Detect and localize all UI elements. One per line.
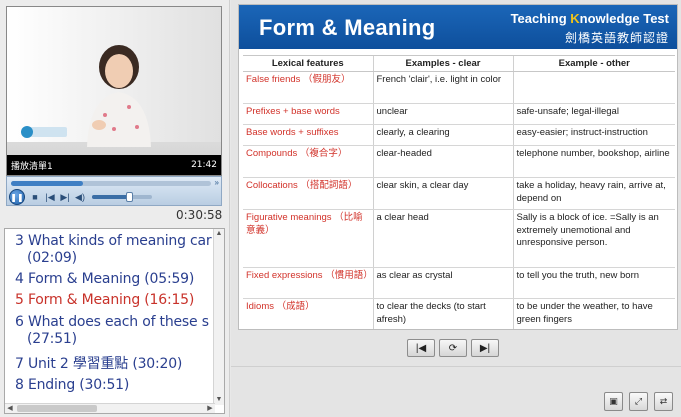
- chapter-item-3[interactable]: 3 What kinds of meaning car: [15, 233, 212, 249]
- table-row: Compounds （複合字） clear-headed telephone n…: [243, 145, 675, 178]
- next-icon[interactable]: ▶|: [60, 192, 70, 202]
- clear-example-cell: unclear: [372, 103, 513, 125]
- other-example-cell: to be under the weather, to have green f…: [512, 298, 675, 329]
- clear-example-cell: clearly, a clearing: [372, 124, 513, 146]
- volume-slider[interactable]: [92, 192, 152, 202]
- chapter-item-3-time[interactable]: (02:09): [27, 250, 77, 266]
- feature-cell: False friends （假朋友）: [243, 71, 373, 104]
- column-header: Example - other: [512, 55, 675, 72]
- chapter-item-6-time[interactable]: (27:51): [27, 331, 77, 347]
- table-row: Idioms （成語） to clear the decks (to start…: [243, 298, 675, 329]
- chapter-item-8[interactable]: 8 Ending (30:51): [15, 377, 129, 393]
- other-example-cell: take a holiday, heavy rain, arrive at, d…: [512, 177, 675, 210]
- feature-cell: Compounds （複合字）: [243, 145, 373, 178]
- table-row: Base words + suffixes clearly, a clearin…: [243, 124, 675, 146]
- chapter-item-4[interactable]: 4 Form & Meaning (05:59): [15, 271, 194, 287]
- layout-icon: ▣: [609, 396, 618, 406]
- fullscreen-slide-button[interactable]: ⤢: [629, 392, 648, 411]
- clear-example-cell: a clear head: [372, 209, 513, 268]
- next-slide-button[interactable]: ▶|: [471, 339, 499, 357]
- table-row: Figurative meanings （比喻意義） a clear head …: [243, 209, 675, 268]
- other-example-cell: to tell you the truth, new born: [512, 267, 675, 299]
- column-header: Lexical features: [243, 55, 373, 72]
- player-window: 播放清單1 21:42 » ❚❚ ■ |◀ ▶| ◀) 0:30:58 3 Wh…: [0, 0, 681, 417]
- scroll-right-icon[interactable]: ▶: [205, 404, 215, 413]
- skip-forward-icon: ▶|: [479, 342, 491, 354]
- sync-button[interactable]: ⟳: [439, 339, 467, 357]
- stop-icon[interactable]: ■: [30, 192, 40, 202]
- channel-logo: [21, 126, 67, 138]
- feature-cell: Figurative meanings （比喻意義）: [243, 209, 373, 268]
- total-duration: 0:30:58: [176, 208, 223, 222]
- tkt-logo-text: Teaching Knowledge Test: [510, 11, 669, 26]
- fullscreen-icon: ⤢: [634, 396, 643, 406]
- chapter-vertical-scrollbar[interactable]: ▲ ▼: [213, 229, 224, 405]
- previous-slide-button[interactable]: |◀: [407, 339, 435, 357]
- presenter-image: [87, 45, 151, 147]
- tkt-chinese-title: 劍橋英語教師認證: [564, 31, 669, 45]
- table-row: False friends （假朋友） French 'clair', i.e.…: [243, 71, 675, 104]
- column-header: Examples - clear: [372, 55, 513, 72]
- speaker-icon[interactable]: ◀): [75, 192, 85, 202]
- scroll-down-icon[interactable]: ▼: [214, 395, 224, 405]
- swap-icon: ⇄: [659, 396, 668, 406]
- clear-example-cell: clear skin, a clear day: [372, 177, 513, 210]
- seek-forward-icon[interactable]: »: [215, 178, 219, 187]
- table-row: Fixed expressions （慣用語） as clear as crys…: [243, 267, 675, 299]
- table-header-row: Lexical features Examples - clear Exampl…: [243, 55, 675, 72]
- bottom-toolbar: ▣ ⤢ ⇄: [604, 392, 673, 411]
- slide-banner: Form & Meaning Teaching Knowledge Test 劍…: [239, 5, 677, 49]
- sync-icon: ⟳: [448, 342, 458, 354]
- feature-cell: Idioms （成語）: [243, 298, 373, 329]
- skip-back-icon: |◀: [415, 342, 427, 354]
- feature-cell: Fixed expressions （慣用語）: [243, 267, 373, 299]
- video-time: 21:42: [191, 160, 217, 170]
- other-example-cell: telephone number, bookshop, airline: [512, 145, 675, 178]
- other-example-cell: Sally is a block of ice. =Sally is an ex…: [512, 209, 675, 268]
- divider: [231, 366, 681, 367]
- feature-cell: Base words + suffixes: [243, 124, 373, 146]
- clear-example-cell: clear-headed: [372, 145, 513, 178]
- slide-panel: Form & Meaning Teaching Knowledge Test 劍…: [231, 0, 681, 417]
- slide: Form & Meaning Teaching Knowledge Test 劍…: [238, 4, 678, 330]
- video-player[interactable]: 播放清單1 21:42: [6, 6, 222, 176]
- left-panel: 播放清單1 21:42 » ❚❚ ■ |◀ ▶| ◀) 0:30:58 3 Wh…: [0, 0, 230, 417]
- scroll-up-icon[interactable]: ▲: [214, 229, 224, 239]
- swap-view-button[interactable]: ⇄: [654, 392, 673, 411]
- other-example-cell: easy-easier; instruct-instruction: [512, 124, 675, 146]
- seek-bar[interactable]: [11, 181, 211, 186]
- chapter-list-panel: 3 What kinds of meaning car (02:09) 4 Fo…: [4, 228, 225, 414]
- video-caption-bar: 播放清單1 21:42: [7, 155, 221, 175]
- video-frame-image: [7, 7, 221, 175]
- slide-navigation: |◀ ⟳ ▶|: [407, 339, 499, 357]
- chapter-item-5[interactable]: 5 Form & Meaning (16:15): [15, 292, 194, 308]
- table-row: Prefixes + base words unclear safe-unsaf…: [243, 103, 675, 125]
- chapter-list: 3 What kinds of meaning car (02:09) 4 Fo…: [5, 229, 215, 405]
- feature-cell: Collocations （搭配詞語）: [243, 177, 373, 210]
- playlist-label: 播放清單1: [11, 161, 53, 172]
- scroll-thumb[interactable]: [17, 405, 97, 412]
- table-row: Collocations （搭配詞語） clear skin, a clear …: [243, 177, 675, 210]
- layout-button[interactable]: ▣: [604, 392, 623, 411]
- clear-example-cell: to clear the decks (to start afresh): [372, 298, 513, 329]
- other-example-cell: [512, 71, 675, 104]
- player-controls: » ❚❚ ■ |◀ ▶| ◀): [6, 176, 222, 206]
- chapter-item-6[interactable]: 6 What does each of these s: [15, 314, 209, 330]
- chapter-item-7[interactable]: 7 Unit 2 學習重點 (30:20): [15, 353, 182, 373]
- previous-icon[interactable]: |◀: [45, 192, 55, 202]
- clear-example-cell: as clear as crystal: [372, 267, 513, 299]
- feature-cell: Prefixes + base words: [243, 103, 373, 125]
- scroll-left-icon[interactable]: ◀: [5, 404, 15, 413]
- lexical-features-table: Lexical features Examples - clear Exampl…: [243, 55, 675, 329]
- slide-title: Form & Meaning: [259, 15, 436, 40]
- other-example-cell: safe-unsafe; legal-illegal: [512, 103, 675, 125]
- clear-example-cell: French 'clair', i.e. light in color: [372, 71, 513, 104]
- pause-icon[interactable]: ❚❚: [9, 189, 25, 205]
- chapter-horizontal-scrollbar[interactable]: ◀ ▶: [5, 403, 215, 413]
